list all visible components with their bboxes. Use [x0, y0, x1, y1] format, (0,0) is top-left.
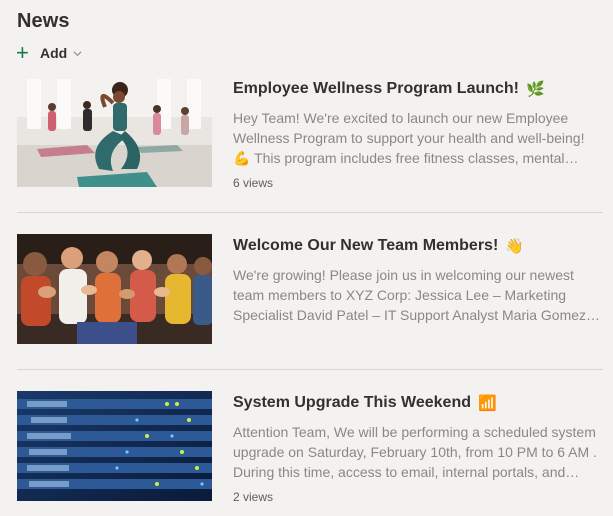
news-title-text: System Upgrade This Weekend	[233, 394, 471, 411]
news-thumbnail[interactable]	[17, 77, 212, 187]
divider	[17, 369, 603, 370]
divider	[17, 212, 603, 213]
waving-hand-icon: 👋	[505, 238, 524, 255]
news-title-text: Welcome Our New Team Members!	[233, 237, 499, 254]
news-item[interactable]: System Upgrade This Weekend 📶 Attention …	[17, 391, 605, 504]
add-label: Add	[40, 45, 68, 61]
news-item[interactable]: Welcome Our New Team Members! 👋 We're gr…	[17, 234, 603, 346]
news-header: News	[17, 10, 70, 33]
news-title[interactable]: System Upgrade This Weekend 📶	[233, 393, 605, 413]
section-title: News	[17, 10, 70, 32]
news-snippet: Attention Team, We will be performing a …	[233, 424, 597, 480]
view-count: 6 views	[233, 176, 274, 190]
news-thumbnail[interactable]	[17, 391, 212, 501]
applauding-audience-image	[17, 234, 212, 344]
news-title-text: Employee Wellness Program Launch!	[233, 80, 520, 97]
yoga-class-image	[17, 77, 212, 187]
plus-icon: +	[16, 40, 29, 65]
server-rack-image	[17, 391, 212, 501]
chevron-down-icon	[73, 50, 82, 56]
news-thumbnail[interactable]	[17, 234, 212, 344]
news-snippet: Hey Team! We're excited to launch our ne…	[233, 110, 585, 166]
news-snippet: We're growing! Please join us in welcomi…	[233, 267, 598, 323]
news-title[interactable]: Employee Wellness Program Launch! 🌿	[233, 79, 605, 99]
news-title[interactable]: Welcome Our New Team Members! 👋	[233, 236, 605, 256]
news-item[interactable]: Employee Wellness Program Launch! 🌿 Hey …	[17, 77, 605, 190]
view-count: 2 views	[233, 490, 274, 504]
herb-icon: 🌿	[526, 81, 545, 98]
wifi-icon: 📶	[478, 395, 497, 412]
add-button[interactable]: + Add	[16, 40, 82, 65]
